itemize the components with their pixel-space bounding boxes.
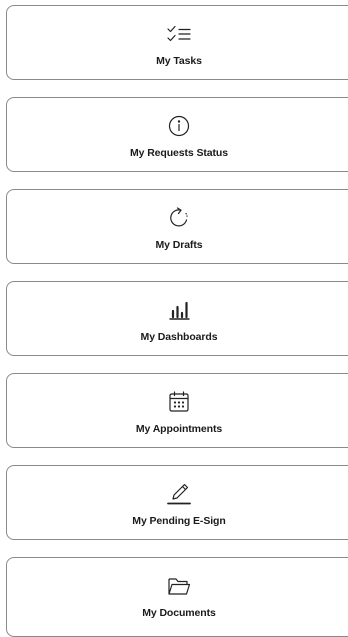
my-pending-esign-card[interactable]: My Pending E-Sign bbox=[6, 465, 348, 540]
my-documents-card[interactable]: My Documents bbox=[6, 557, 348, 637]
my-dashboards-card[interactable]: My Dashboards bbox=[6, 281, 348, 356]
my-appointments-card[interactable]: My Appointments bbox=[6, 373, 348, 448]
card-label: My Dashboards bbox=[140, 331, 218, 343]
refresh-icon bbox=[7, 206, 348, 230]
folder-icon bbox=[7, 574, 348, 598]
quick-access-menu: My Tasks My Requests Status My Drafts My… bbox=[0, 0, 348, 637]
bar-chart-icon bbox=[7, 298, 348, 322]
my-requests-status-card[interactable]: My Requests Status bbox=[6, 97, 348, 172]
my-drafts-card[interactable]: My Drafts bbox=[6, 189, 348, 264]
info-icon bbox=[7, 114, 348, 138]
card-label: My Pending E-Sign bbox=[132, 515, 226, 527]
card-label: My Documents bbox=[142, 607, 216, 619]
my-tasks-card[interactable]: My Tasks bbox=[6, 5, 348, 80]
card-label: My Appointments bbox=[135, 423, 223, 435]
card-label: My Requests Status bbox=[130, 147, 228, 159]
signature-pen-icon bbox=[7, 482, 348, 506]
card-label: My Tasks bbox=[156, 55, 202, 67]
card-label: My Drafts bbox=[155, 239, 203, 251]
checklist-icon bbox=[7, 22, 348, 46]
calendar-icon bbox=[7, 390, 348, 414]
